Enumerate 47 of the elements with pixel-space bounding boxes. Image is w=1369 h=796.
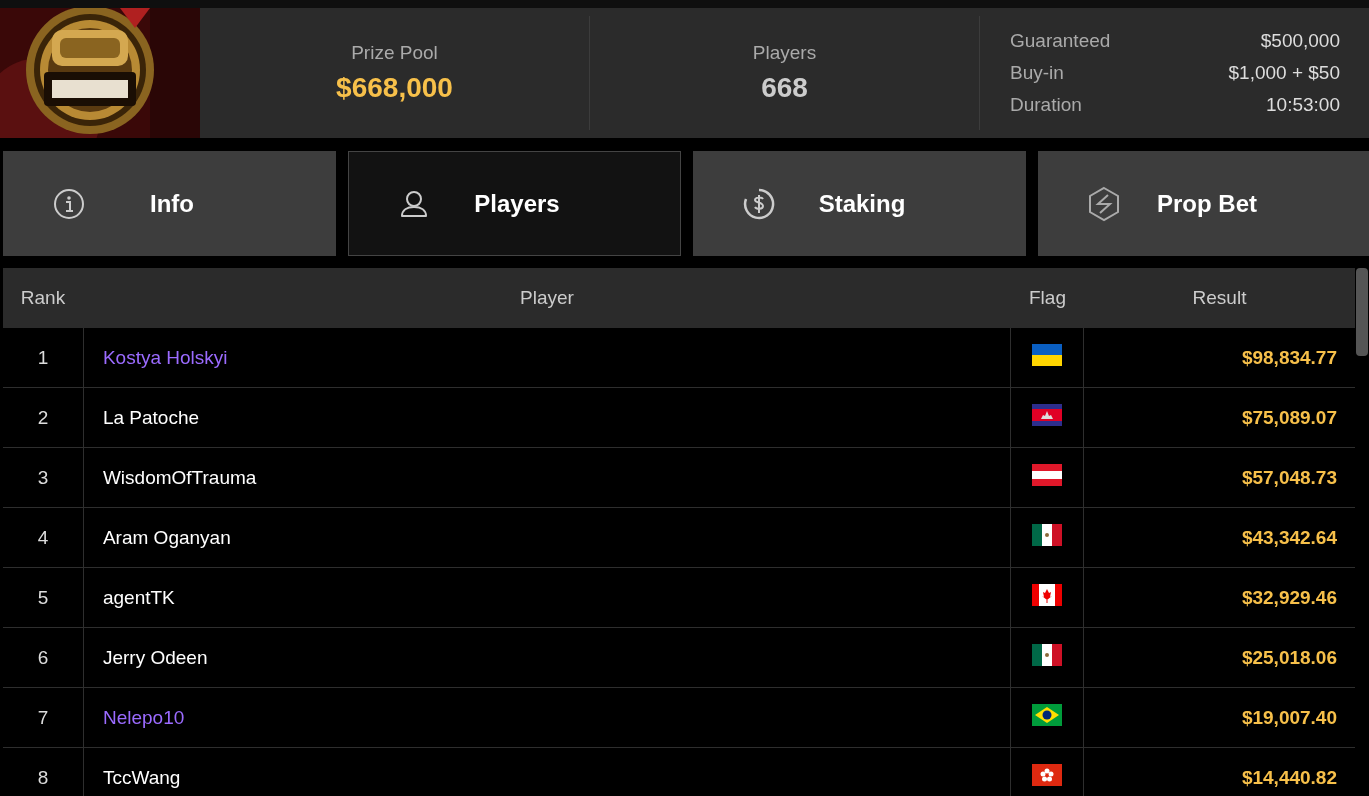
rank-cell: 2 (3, 388, 84, 447)
detail-label: Guaranteed (1010, 30, 1111, 52)
detail-value: $500,000 (1260, 30, 1340, 52)
result-cell-text: $57,048.73 (1240, 465, 1338, 490)
player-name: WisdomOfTrauma (102, 466, 257, 489)
rank-cell: 3 (3, 448, 84, 507)
column-header: Flag (1028, 287, 1067, 309)
rank-cell: 8 (3, 748, 84, 796)
detail-value: $1,000 + $50 (1228, 62, 1340, 84)
detail-label: Duration (1010, 94, 1082, 116)
rank-cell: 4 (3, 508, 84, 567)
player-name: La Patoche (102, 406, 200, 429)
result-cell-text: $14,440.82 (1240, 765, 1338, 790)
stat-label: Players (752, 42, 817, 64)
rank-cell: 7 (3, 688, 84, 747)
result-cell-text: $25,018.06 (1240, 645, 1338, 670)
player-name: agentTK (102, 586, 175, 609)
tab[interactable]: Players (348, 151, 681, 256)
tab[interactable]: Info (3, 151, 336, 256)
tab[interactable]: Staking (693, 151, 1026, 256)
player-name: Aram Oganyan (102, 526, 231, 549)
player-name[interactable]: Nelepo10 (102, 706, 185, 729)
scrollbar-thumb[interactable] (1356, 268, 1368, 356)
column-header: Rank (19, 287, 67, 309)
player-count: 668 (761, 72, 808, 104)
lightning-hexagon-icon (1086, 185, 1122, 222)
column-header: Player (519, 287, 575, 309)
dollar-coin-icon (743, 187, 775, 220)
stat-label: Prize Pool (351, 42, 438, 64)
tab[interactable]: Prop Bet (1038, 151, 1369, 256)
info-icon (53, 187, 85, 220)
column-header: Result (1191, 287, 1248, 309)
rank-cell: 6 (3, 628, 84, 687)
detail-label: Buy-in (1010, 62, 1064, 84)
rank-cell: 5 (3, 568, 84, 627)
result-cell-text: $32,929.46 (1240, 585, 1338, 610)
rank-cell: 1 (3, 328, 84, 387)
result-cell-text: $98,834.77 (1240, 345, 1338, 370)
player-name[interactable]: Kostya Holskyi (102, 346, 228, 369)
result-cell-text: $75,089.07 (1240, 405, 1338, 430)
result-cell-text: $19,007.40 (1240, 705, 1338, 730)
player-name: Jerry Odeen (102, 646, 208, 669)
prize-pool-value: $668,000 (336, 72, 453, 104)
result-cell-text: $43,342.64 (1240, 525, 1338, 550)
detail-value: 10:53:00 (1266, 94, 1340, 116)
player-name: TccWang (102, 766, 181, 789)
person-icon (399, 188, 429, 219)
